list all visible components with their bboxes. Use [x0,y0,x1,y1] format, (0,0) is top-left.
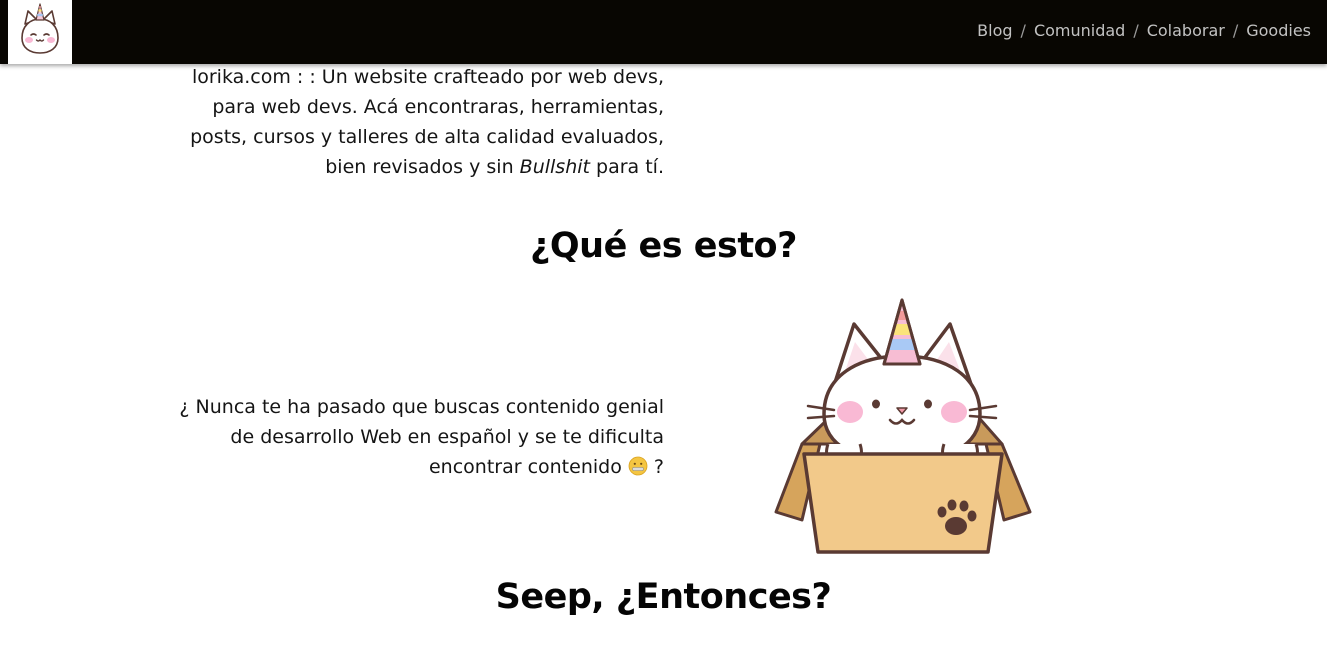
section-title-what: ¿Qué es esto? [530,226,797,266]
nav-separator: / [1232,21,1239,40]
section-title-then: Seep, ¿Entonces? [495,577,832,617]
zipper-mouth-face-icon [628,456,648,476]
nav-link-goodies[interactable]: Goodies [1246,21,1311,40]
question-end: ? [647,456,664,478]
question-paragraph: ¿ Nunca te ha pasado que buscas contenid… [150,392,664,482]
nav-separator: / [1020,21,1026,40]
top-navbar: Blog / Comunidad / Colaborar / Goodies [0,0,1327,64]
unicorn-cat-logo-icon [21,3,59,54]
intro-text-end: para tí. [589,156,664,178]
nav-separator: / [1133,21,1139,40]
nav-link-colaborar[interactable]: Colaborar [1147,21,1225,40]
nav-link-blog[interactable]: Blog [977,21,1012,40]
nav-link-comunidad[interactable]: Comunidad [1034,21,1125,40]
main-nav: Blog / Comunidad / Colaborar / Goodies [977,21,1311,40]
unicorn-cat-in-box-icon [774,298,1032,554]
logo-home-link[interactable] [8,0,72,64]
intro-paragraph: lorika.com : : Un website crafteado por … [150,62,664,182]
intro-emphasis: Bullshit [519,156,590,178]
question-text: ¿ Nunca te ha pasado que buscas contenid… [179,396,664,478]
